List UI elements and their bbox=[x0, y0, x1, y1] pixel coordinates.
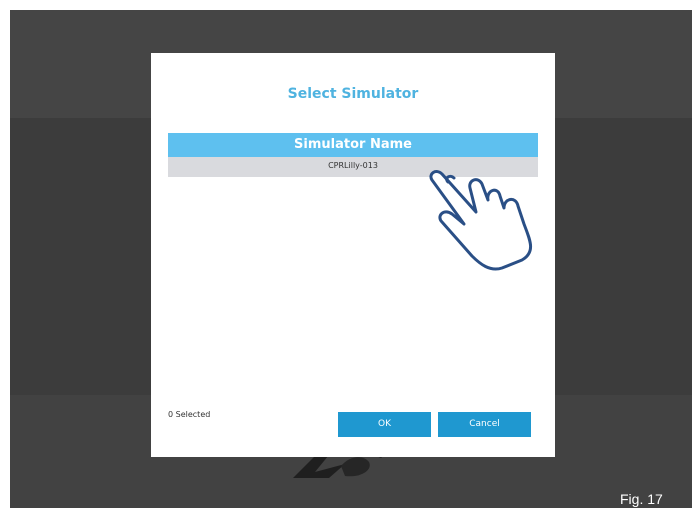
dialog-title: Select Simulator bbox=[287, 86, 419, 102]
figure-label: Fig. 17 bbox=[620, 491, 663, 507]
ok-button[interactable]: OK bbox=[338, 412, 431, 437]
pointing-hand-icon bbox=[429, 170, 532, 271]
table-header-simulator-name: Simulator Name bbox=[168, 133, 538, 157]
cancel-button[interactable]: Cancel bbox=[438, 412, 531, 437]
selected-count: 0 Selected bbox=[168, 410, 211, 419]
